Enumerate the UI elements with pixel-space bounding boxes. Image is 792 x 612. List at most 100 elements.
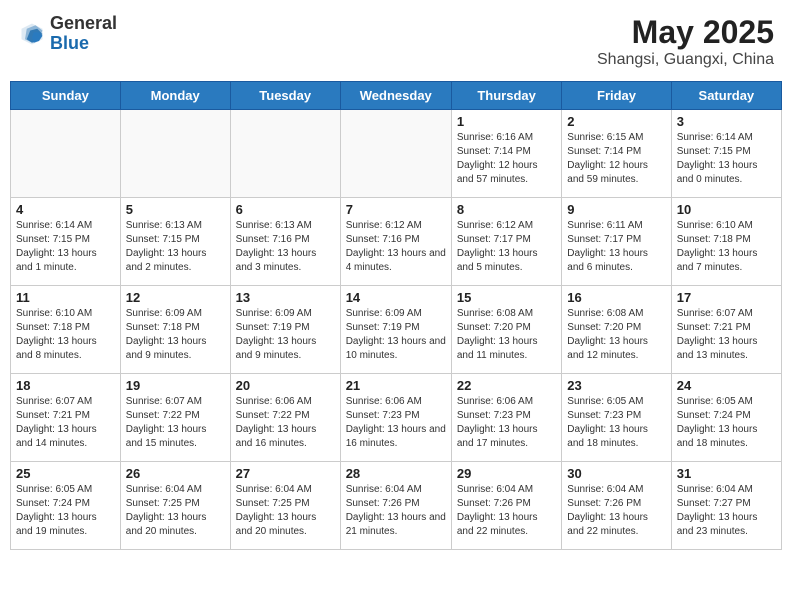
day-number: 20 bbox=[236, 378, 335, 393]
calendar-cell: 2 Sunrise: 6:15 AM Sunset: 7:14 PM Daylig… bbox=[562, 110, 671, 198]
day-number: 29 bbox=[457, 466, 556, 481]
week-row-1: 1 Sunrise: 6:16 AM Sunset: 7:14 PM Daylig… bbox=[11, 110, 782, 198]
week-row-2: 4 Sunrise: 6:14 AM Sunset: 7:15 PM Daylig… bbox=[11, 198, 782, 286]
weekday-header-tuesday: Tuesday bbox=[230, 82, 340, 110]
weekday-header-saturday: Saturday bbox=[671, 82, 781, 110]
day-number: 9 bbox=[567, 202, 665, 217]
day-info: Sunrise: 6:13 AM Sunset: 7:16 PM Dayligh… bbox=[236, 219, 335, 275]
day-number: 10 bbox=[677, 202, 776, 217]
calendar-cell: 26 Sunrise: 6:04 AM Sunset: 7:25 PM Dayli… bbox=[120, 462, 230, 550]
logo-blue: Blue bbox=[50, 33, 89, 53]
calendar-cell: 7 Sunrise: 6:12 AM Sunset: 7:16 PM Daylig… bbox=[340, 198, 451, 286]
calendar-cell: 9 Sunrise: 6:11 AM Sunset: 7:17 PM Daylig… bbox=[562, 198, 671, 286]
day-info: Sunrise: 6:04 AM Sunset: 7:25 PM Dayligh… bbox=[126, 483, 225, 539]
day-info: Sunrise: 6:05 AM Sunset: 7:24 PM Dayligh… bbox=[677, 395, 776, 451]
day-number: 24 bbox=[677, 378, 776, 393]
calendar-cell: 20Sunrise: 6:06 AM Sunset: 7:22 PM Dayli… bbox=[230, 374, 340, 462]
calendar-cell: 13Sunrise: 6:09 AM Sunset: 7:19 PM Dayli… bbox=[230, 286, 340, 374]
header: General Blue May 2025 Shangsi, Guangxi, … bbox=[10, 10, 782, 73]
day-info: Sunrise: 6:15 AM Sunset: 7:14 PM Dayligh… bbox=[567, 131, 665, 187]
calendar-cell bbox=[120, 110, 230, 198]
day-number: 18 bbox=[16, 378, 115, 393]
calendar-cell: 24 Sunrise: 6:05 AM Sunset: 7:24 PM Dayli… bbox=[671, 374, 781, 462]
weekday-header-wednesday: Wednesday bbox=[340, 82, 451, 110]
calendar-cell: 31 Sunrise: 6:04 AM Sunset: 7:27 PM Dayli… bbox=[671, 462, 781, 550]
day-info: Sunrise: 6:14 AM Sunset: 7:15 PM Dayligh… bbox=[16, 219, 115, 275]
calendar-cell: 14 Sunrise: 6:09 AM Sunset: 7:19 PM Dayli… bbox=[340, 286, 451, 374]
week-row-4: 18 Sunrise: 6:07 AM Sunset: 7:21 PM Dayli… bbox=[11, 374, 782, 462]
day-info: Sunrise: 6:04 AM Sunset: 7:27 PM Dayligh… bbox=[677, 483, 776, 539]
calendar-cell: 29 Sunrise: 6:04 AM Sunset: 7:26 PM Dayli… bbox=[451, 462, 561, 550]
calendar-cell: 18 Sunrise: 6:07 AM Sunset: 7:21 PM Dayli… bbox=[11, 374, 121, 462]
calendar-cell: 22Sunrise: 6:06 AM Sunset: 7:23 PM Dayli… bbox=[451, 374, 561, 462]
day-info: Sunrise: 6:07 AM Sunset: 7:21 PM Dayligh… bbox=[16, 395, 115, 451]
calendar-cell: 15 Sunrise: 6:08 AM Sunset: 7:20 PM Dayli… bbox=[451, 286, 561, 374]
day-info: Sunrise: 6:09 AM Sunset: 7:19 PM Dayligh… bbox=[346, 307, 446, 363]
day-number: 19 bbox=[126, 378, 225, 393]
day-info: Sunrise: 6:09 AM Sunset: 7:18 PM Dayligh… bbox=[126, 307, 225, 363]
day-info: Sunrise: 6:12 AM Sunset: 7:16 PM Dayligh… bbox=[346, 219, 446, 275]
calendar-cell: 6 Sunrise: 6:13 AM Sunset: 7:16 PM Daylig… bbox=[230, 198, 340, 286]
calendar-cell: 10Sunrise: 6:10 AM Sunset: 7:18 PM Dayli… bbox=[671, 198, 781, 286]
day-info: Sunrise: 6:05 AM Sunset: 7:23 PM Dayligh… bbox=[567, 395, 665, 451]
logo-text: General Blue bbox=[50, 14, 117, 54]
calendar-cell: 19 Sunrise: 6:07 AM Sunset: 7:22 PM Dayli… bbox=[120, 374, 230, 462]
calendar-cell: 17Sunrise: 6:07 AM Sunset: 7:21 PM Dayli… bbox=[671, 286, 781, 374]
weekday-header-monday: Monday bbox=[120, 82, 230, 110]
calendar-cell: 1 Sunrise: 6:16 AM Sunset: 7:14 PM Daylig… bbox=[451, 110, 561, 198]
calendar-cell: 8 Sunrise: 6:12 AM Sunset: 7:17 PM Daylig… bbox=[451, 198, 561, 286]
day-number: 4 bbox=[16, 202, 115, 217]
weekday-header-friday: Friday bbox=[562, 82, 671, 110]
day-number: 1 bbox=[457, 114, 556, 129]
calendar-cell: 27Sunrise: 6:04 AM Sunset: 7:25 PM Dayli… bbox=[230, 462, 340, 550]
week-row-3: 11Sunrise: 6:10 AM Sunset: 7:18 PM Dayli… bbox=[11, 286, 782, 374]
calendar-cell: 28Sunrise: 6:04 AM Sunset: 7:26 PM Dayli… bbox=[340, 462, 451, 550]
day-info: Sunrise: 6:06 AM Sunset: 7:23 PM Dayligh… bbox=[346, 395, 446, 451]
day-info: Sunrise: 6:08 AM Sunset: 7:20 PM Dayligh… bbox=[457, 307, 556, 363]
week-row-5: 25 Sunrise: 6:05 AM Sunset: 7:24 PM Dayli… bbox=[11, 462, 782, 550]
day-number: 26 bbox=[126, 466, 225, 481]
day-number: 8 bbox=[457, 202, 556, 217]
weekday-header-row: SundayMondayTuesdayWednesdayThursdayFrid… bbox=[11, 82, 782, 110]
day-info: Sunrise: 6:12 AM Sunset: 7:17 PM Dayligh… bbox=[457, 219, 556, 275]
day-info: Sunrise: 6:07 AM Sunset: 7:21 PM Dayligh… bbox=[677, 307, 776, 363]
day-number: 2 bbox=[567, 114, 665, 129]
calendar-cell: 16Sunrise: 6:08 AM Sunset: 7:20 PM Dayli… bbox=[562, 286, 671, 374]
title-block: May 2025 Shangsi, Guangxi, China bbox=[597, 14, 774, 69]
logo: General Blue bbox=[18, 14, 117, 54]
day-number: 3 bbox=[677, 114, 776, 129]
day-number: 7 bbox=[346, 202, 446, 217]
calendar-cell: 12 Sunrise: 6:09 AM Sunset: 7:18 PM Dayli… bbox=[120, 286, 230, 374]
day-number: 15 bbox=[457, 290, 556, 305]
day-number: 25 bbox=[16, 466, 115, 481]
day-number: 14 bbox=[346, 290, 446, 305]
day-info: Sunrise: 6:16 AM Sunset: 7:14 PM Dayligh… bbox=[457, 131, 556, 187]
day-info: Sunrise: 6:13 AM Sunset: 7:15 PM Dayligh… bbox=[126, 219, 225, 275]
day-info: Sunrise: 6:04 AM Sunset: 7:26 PM Dayligh… bbox=[457, 483, 556, 539]
day-info: Sunrise: 6:09 AM Sunset: 7:19 PM Dayligh… bbox=[236, 307, 335, 363]
calendar-cell: 11Sunrise: 6:10 AM Sunset: 7:18 PM Dayli… bbox=[11, 286, 121, 374]
calendar-cell bbox=[230, 110, 340, 198]
day-number: 16 bbox=[567, 290, 665, 305]
day-number: 23 bbox=[567, 378, 665, 393]
weekday-header-thursday: Thursday bbox=[451, 82, 561, 110]
calendar-cell: 23 Sunrise: 6:05 AM Sunset: 7:23 PM Dayli… bbox=[562, 374, 671, 462]
day-number: 27 bbox=[236, 466, 335, 481]
calendar: SundayMondayTuesdayWednesdayThursdayFrid… bbox=[10, 81, 782, 550]
day-number: 21 bbox=[346, 378, 446, 393]
day-number: 12 bbox=[126, 290, 225, 305]
day-info: Sunrise: 6:11 AM Sunset: 7:17 PM Dayligh… bbox=[567, 219, 665, 275]
day-info: Sunrise: 6:05 AM Sunset: 7:24 PM Dayligh… bbox=[16, 483, 115, 539]
day-info: Sunrise: 6:07 AM Sunset: 7:22 PM Dayligh… bbox=[126, 395, 225, 451]
logo-icon bbox=[18, 20, 46, 48]
month-title: May 2025 bbox=[597, 14, 774, 51]
location: Shangsi, Guangxi, China bbox=[597, 51, 774, 69]
calendar-cell: 4 Sunrise: 6:14 AM Sunset: 7:15 PM Daylig… bbox=[11, 198, 121, 286]
day-number: 31 bbox=[677, 466, 776, 481]
day-info: Sunrise: 6:04 AM Sunset: 7:26 PM Dayligh… bbox=[567, 483, 665, 539]
calendar-cell: 3Sunrise: 6:14 AM Sunset: 7:15 PM Daylig… bbox=[671, 110, 781, 198]
calendar-cell: 21 Sunrise: 6:06 AM Sunset: 7:23 PM Dayli… bbox=[340, 374, 451, 462]
day-number: 6 bbox=[236, 202, 335, 217]
weekday-header-sunday: Sunday bbox=[11, 82, 121, 110]
day-number: 11 bbox=[16, 290, 115, 305]
